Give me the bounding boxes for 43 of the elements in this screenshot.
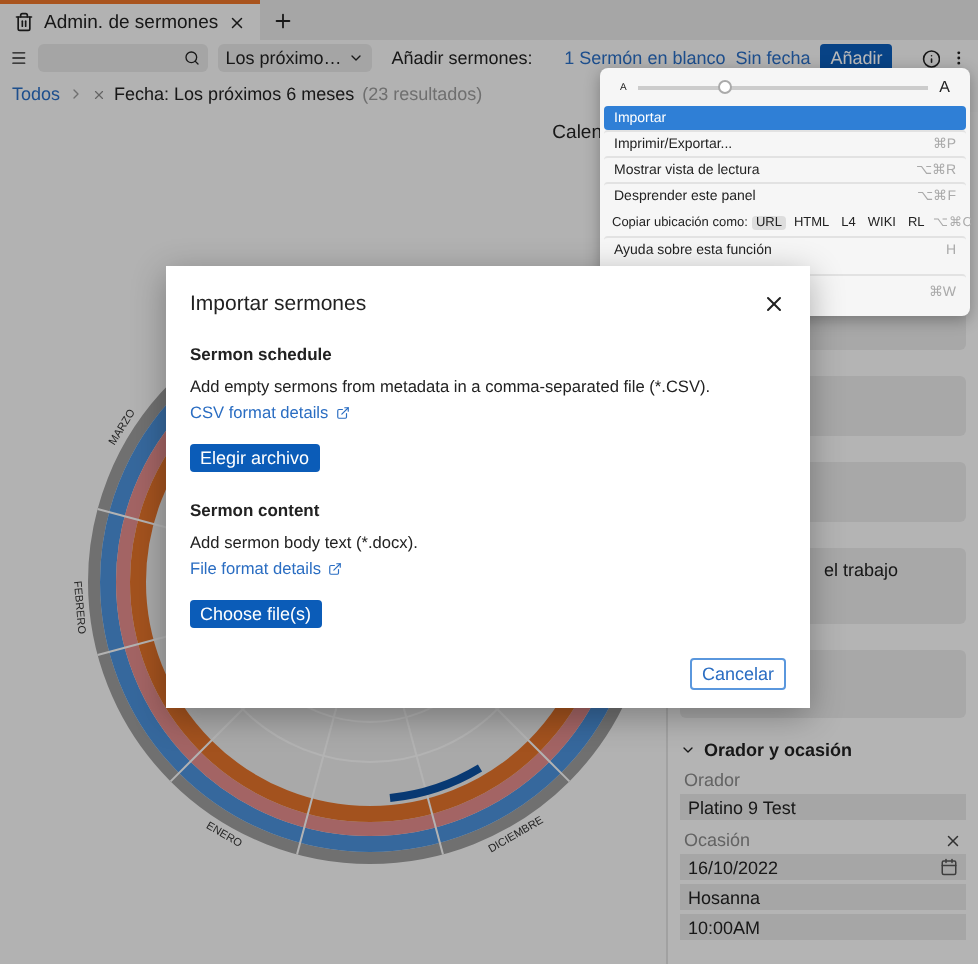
remove-filter-icon[interactable] (92, 87, 107, 101)
panel-text: el trabajo (824, 560, 899, 580)
info-icon[interactable] (921, 45, 941, 71)
document-tab[interactable]: Admin. de sermones (0, 0, 261, 40)
menu-icon[interactable] (10, 46, 28, 70)
input-field[interactable]: 10:00AM (680, 914, 966, 940)
large-text-label: A (939, 78, 950, 96)
external-link-icon (336, 405, 351, 419)
slider-thumb[interactable] (718, 79, 733, 93)
input-field[interactable]: Platino 9 Test (680, 794, 966, 820)
result-count: (23 resultados) (362, 84, 483, 104)
add-option-link[interactable]: 1 Sermón en blanco (564, 48, 726, 68)
format-details-link[interactable]: CSV format details (190, 402, 351, 422)
close-icon[interactable] (762, 292, 786, 316)
search-field[interactable] (37, 44, 208, 72)
dialog-title: Importar sermones (190, 292, 367, 316)
date-filter-select[interactable]: Los próximo… (217, 44, 372, 72)
section-description: Add sermon body text (*.docx). (190, 532, 418, 552)
breadcrumb-link[interactable]: Todos (12, 84, 61, 104)
view-label: Calen (552, 121, 602, 143)
field-label: Ocasión (684, 830, 751, 850)
search-icon (183, 50, 200, 66)
format-details-link[interactable]: File format details (190, 558, 343, 578)
section-title: Orador y ocasión (704, 740, 853, 760)
input-field[interactable]: Hosanna (680, 884, 966, 910)
section-heading: Sermon schedule (190, 344, 332, 364)
add-tab-icon[interactable] (272, 9, 295, 31)
external-link-icon (328, 561, 343, 575)
input-field[interactable]: 16/10/2022 (680, 854, 966, 880)
chevron-down-icon (347, 50, 364, 66)
section-description: Add empty sermons from metadata in a comma-separated file (*.CSV). (190, 376, 711, 396)
add-sermons-label: Añadir sermones: (391, 48, 533, 68)
choose-file-button[interactable]: Elegir archivo (190, 444, 320, 472)
cancel-button[interactable]: Cancelar (689, 658, 786, 690)
choose-file-button[interactable]: Choose file(s) (190, 600, 322, 628)
field-label: Orador (684, 770, 741, 790)
caret-icon[interactable] (680, 742, 696, 758)
filter-label: Fecha: Los próximos 6 meses (114, 84, 355, 104)
close-icon[interactable] (228, 13, 247, 31)
add-option-link[interactable]: Sin fecha (735, 48, 811, 68)
section-heading: Sermon content (190, 500, 320, 520)
clear-icon[interactable] (944, 831, 962, 849)
calendar-icon[interactable] (940, 858, 958, 876)
